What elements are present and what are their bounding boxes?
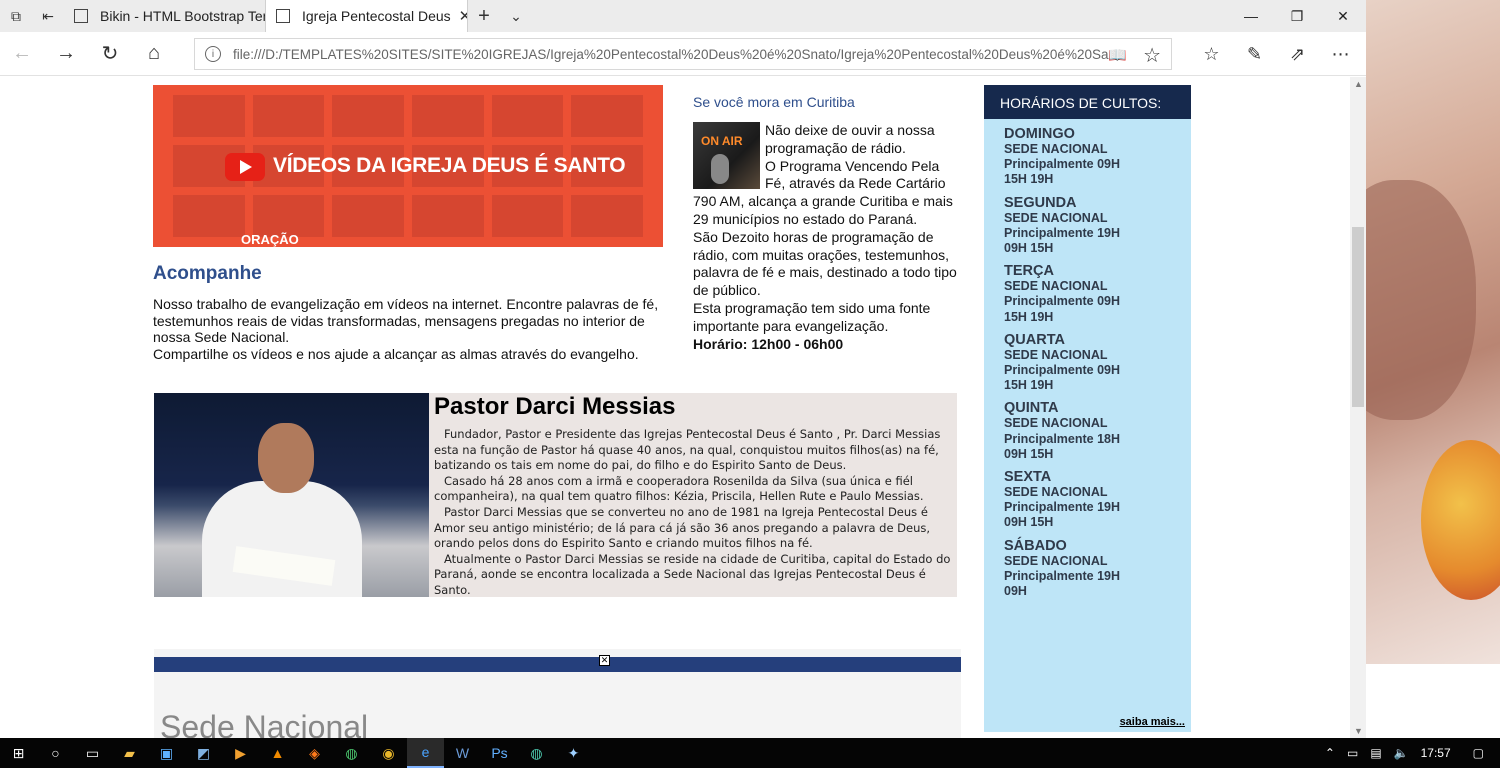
navigation-bar: ← → ↻ ⌂ i file:///D:/TEMPLATES%20SITES/S…	[0, 32, 1366, 76]
broken-image-icon: ✕	[599, 655, 610, 666]
notifications-icon[interactable]: ▢	[1457, 746, 1500, 760]
chrome-icon[interactable]: ◉	[370, 738, 407, 768]
forward-icon[interactable]: →	[44, 32, 88, 76]
system-tray: ⌃ ▭ ▤ 🔈 17:57 ▢	[1319, 746, 1500, 760]
url-text: file:///D:/TEMPLATES%20SITES/SITE%20IGRE…	[233, 46, 1113, 62]
vlc-icon[interactable]: ▲	[259, 738, 296, 768]
video-banner[interactable]: VÍDEOS DA IGREJA DEUS É SANTO ORAÇÃO	[153, 85, 663, 247]
scroll-down-icon[interactable]: ▼	[1354, 726, 1363, 736]
tab-title: Bikin - HTML Bootstrap Tem	[100, 8, 266, 24]
favorite-star-icon[interactable]: ☆	[1143, 43, 1161, 68]
sede-divider	[154, 657, 961, 672]
close-tab-icon[interactable]: ✕	[451, 7, 467, 25]
page-icon	[276, 9, 290, 23]
day-item: QUINTA SEDE NACIONAL Principalmente 18H …	[1004, 400, 1121, 461]
address-field[interactable]: i file:///D:/TEMPLATES%20SITES/SITE%20IG…	[194, 38, 1172, 70]
desktop-wallpaper	[1366, 0, 1500, 738]
tab-actions-icon[interactable]: ⧉	[0, 0, 32, 32]
saiba-mais-link[interactable]: saiba mais...	[1120, 716, 1185, 728]
home-icon[interactable]: ⌂	[132, 32, 176, 76]
vertical-scrollbar[interactable]: ▲ ▼	[1350, 77, 1366, 738]
more-menu-icon[interactable]: ⋯	[1319, 32, 1362, 76]
task-view-icon[interactable]: ▭	[74, 738, 111, 768]
radio-schedule: Horário: 12h00 - 06h00	[693, 335, 844, 352]
network-icon[interactable]: ▤	[1364, 746, 1387, 760]
acompanhe-heading: Acompanhe	[153, 263, 262, 284]
notes-pen-icon[interactable]: ✎	[1233, 32, 1276, 76]
radio-heading: Se você mora em Curitiba	[693, 94, 855, 110]
info-icon[interactable]: i	[205, 46, 221, 62]
windows-start-icon[interactable]: ⊞	[0, 738, 37, 768]
taskbar: ⊞ ○ ▭ ▰ ▣ ◩ ▶ ▲ ◈ ◍ ◉ e W Ps ◍ ✦ ⌃ ▭ ▤ 🔈…	[0, 738, 1500, 768]
file-explorer-icon[interactable]: ▰	[111, 738, 148, 768]
photoshop-icon[interactable]: Ps	[481, 738, 518, 768]
battery-icon[interactable]: ▭	[1341, 746, 1364, 760]
sede-section: ✕ Sede Nacional	[154, 649, 961, 738]
app-orange-icon[interactable]: ◈	[296, 738, 333, 768]
cortana-search-icon[interactable]: ○	[37, 738, 74, 768]
pastor-bio: Fundador, Pastor e Presidente das Igreja…	[434, 427, 951, 597]
day-item: SÁBADO SEDE NACIONAL Principalmente 19H …	[1004, 537, 1121, 599]
acompanhe-text: Nosso trabalho de evangelização em vídeo…	[153, 296, 659, 362]
tab-list-chevron-icon[interactable]: ⌄	[500, 0, 532, 32]
browser-window: ⧉ ⇤ Bikin - HTML Bootstrap Tem Igreja Pe…	[0, 0, 1366, 738]
scroll-thumb[interactable]	[1352, 227, 1364, 407]
edge-icon[interactable]: e	[407, 738, 444, 768]
this-pc-icon[interactable]: ▣	[148, 738, 185, 768]
pastor-photo	[154, 393, 429, 597]
horarios-panel: HORÁRIOS DE CULTOS: DOMINGO SEDE NACIONA…	[984, 85, 1191, 732]
clock[interactable]: 17:57	[1415, 746, 1457, 760]
app-icon[interactable]: ◩	[185, 738, 222, 768]
youtube-play-icon	[225, 153, 265, 181]
favorites-icon[interactable]: ☆	[1190, 32, 1233, 76]
word-icon[interactable]: W	[444, 738, 481, 768]
day-item: QUARTA SEDE NACIONAL Principalmente 09H …	[1004, 331, 1121, 393]
page-icon	[74, 9, 88, 23]
tab-bar: ⧉ ⇤ Bikin - HTML Bootstrap Tem Igreja Pe…	[0, 0, 1366, 32]
reading-view-icon[interactable]: 📖	[1108, 46, 1127, 64]
set-aside-tabs-icon[interactable]: ⇤	[32, 0, 64, 32]
refresh-icon[interactable]: ↻	[88, 32, 132, 76]
radio-text: Não deixe de ouvir a nossa programação d…	[693, 122, 957, 352]
video-banner-title: VÍDEOS DA IGREJA DEUS É SANTO	[273, 154, 626, 177]
tab-igreja[interactable]: Igreja Pentecostal Deus ✕	[266, 0, 468, 32]
minimize-icon[interactable]: —	[1228, 0, 1274, 32]
day-item: DOMINGO SEDE NACIONAL Principalmente 09H…	[1004, 126, 1121, 187]
pastor-section: Pastor Darci Messias Fundador, Pastor e …	[154, 393, 957, 597]
back-icon[interactable]: ←	[0, 32, 44, 76]
tab-bikin[interactable]: Bikin - HTML Bootstrap Tem	[64, 0, 266, 32]
tab-title: Igreja Pentecostal Deus	[302, 8, 451, 24]
video-overlay-word: ORAÇÃO	[241, 232, 299, 247]
volume-icon[interactable]: 🔈	[1388, 746, 1415, 760]
day-item: SEXTA SEDE NACIONAL Principalmente 19H 0…	[1004, 469, 1121, 530]
maximize-icon[interactable]: ❐	[1274, 0, 1320, 32]
new-tab-icon[interactable]: +	[468, 0, 500, 32]
share-icon[interactable]: ⇗	[1276, 32, 1319, 76]
app-colorful-icon[interactable]: ✦	[555, 738, 592, 768]
page-viewport: VÍDEOS DA IGREJA DEUS É SANTO ORAÇÃO Aco…	[0, 77, 1350, 738]
close-window-icon[interactable]: ✕	[1320, 0, 1366, 32]
tray-chevron-icon[interactable]: ⌃	[1319, 746, 1341, 760]
pastor-name: Pastor Darci Messias	[434, 393, 676, 420]
media-player-icon[interactable]: ▶	[222, 738, 259, 768]
browser-green-icon[interactable]: ◍	[518, 738, 555, 768]
day-item: SEGUNDA SEDE NACIONAL Principalmente 19H…	[1004, 194, 1121, 256]
app-green-icon[interactable]: ◍	[333, 738, 370, 768]
day-item: TERÇA SEDE NACIONAL Principalmente 09H 1…	[1004, 263, 1121, 324]
horarios-header: HORÁRIOS DE CULTOS:	[984, 85, 1191, 119]
scroll-up-icon[interactable]: ▲	[1354, 79, 1363, 89]
sede-heading: Sede Nacional	[160, 709, 369, 738]
